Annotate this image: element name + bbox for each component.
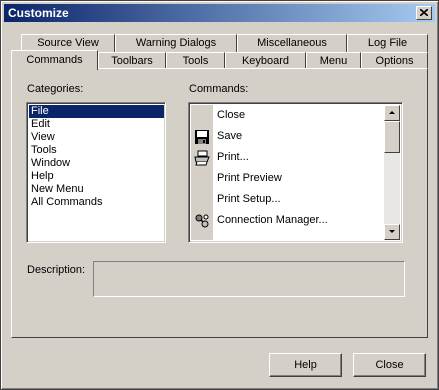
- command-label: Print Setup...: [217, 193, 281, 205]
- categories-list[interactable]: File Edit View Tools Window Help New Men…: [26, 102, 166, 243]
- commands-scrollbar[interactable]: [384, 105, 400, 240]
- help-button[interactable]: Help: [269, 353, 342, 377]
- close-window-button[interactable]: [416, 6, 432, 20]
- command-label: Close: [217, 109, 246, 121]
- floppy-disk-icon: [195, 130, 209, 144]
- description-label: Description:: [27, 264, 86, 276]
- tab-commands[interactable]: Commands: [11, 50, 98, 70]
- commands-panel: Categories: Commands: File Edit View Too…: [11, 68, 428, 338]
- close-icon: [420, 9, 428, 16]
- command-label: Connection Manager...: [217, 214, 328, 226]
- command-label: Print...: [217, 151, 249, 163]
- category-item-edit[interactable]: Edit: [29, 118, 50, 131]
- commands-list[interactable]: Close Save Print... Print Preview Print …: [188, 102, 403, 243]
- tab-miscellaneous[interactable]: Miscellaneous: [237, 34, 347, 52]
- printer-icon: [194, 150, 210, 166]
- category-item-all-commands[interactable]: All Commands: [29, 196, 103, 209]
- category-item-file[interactable]: File: [29, 105, 164, 118]
- arrow-up-icon: [389, 111, 395, 114]
- close-button[interactable]: Close: [353, 353, 426, 377]
- connection-manager-icon: [195, 214, 209, 228]
- arrow-down-icon: [389, 230, 395, 233]
- customize-dialog: Customize Source View Warning Dialogs Mi…: [0, 0, 439, 390]
- commands-label: Commands:: [189, 83, 249, 95]
- title-bar[interactable]: Customize: [4, 4, 435, 22]
- category-item-tools[interactable]: Tools: [29, 144, 57, 157]
- category-item-view[interactable]: View: [29, 131, 55, 144]
- window-title: Customize: [8, 6, 69, 20]
- description-box: [93, 261, 405, 297]
- tab-log-file[interactable]: Log File: [347, 34, 428, 52]
- scroll-thumb[interactable]: [384, 121, 400, 153]
- category-item-help[interactable]: Help: [29, 170, 54, 183]
- categories-label: Categories:: [27, 83, 84, 95]
- scroll-up-button[interactable]: [384, 105, 400, 121]
- scroll-down-button[interactable]: [384, 224, 400, 240]
- tab-warning-dialogs[interactable]: Warning Dialogs: [115, 34, 237, 52]
- category-item-new-menu[interactable]: New Menu: [29, 183, 84, 196]
- command-label: Save: [217, 130, 243, 142]
- category-item-window[interactable]: Window: [29, 157, 70, 170]
- command-label: Print Preview: [217, 172, 282, 184]
